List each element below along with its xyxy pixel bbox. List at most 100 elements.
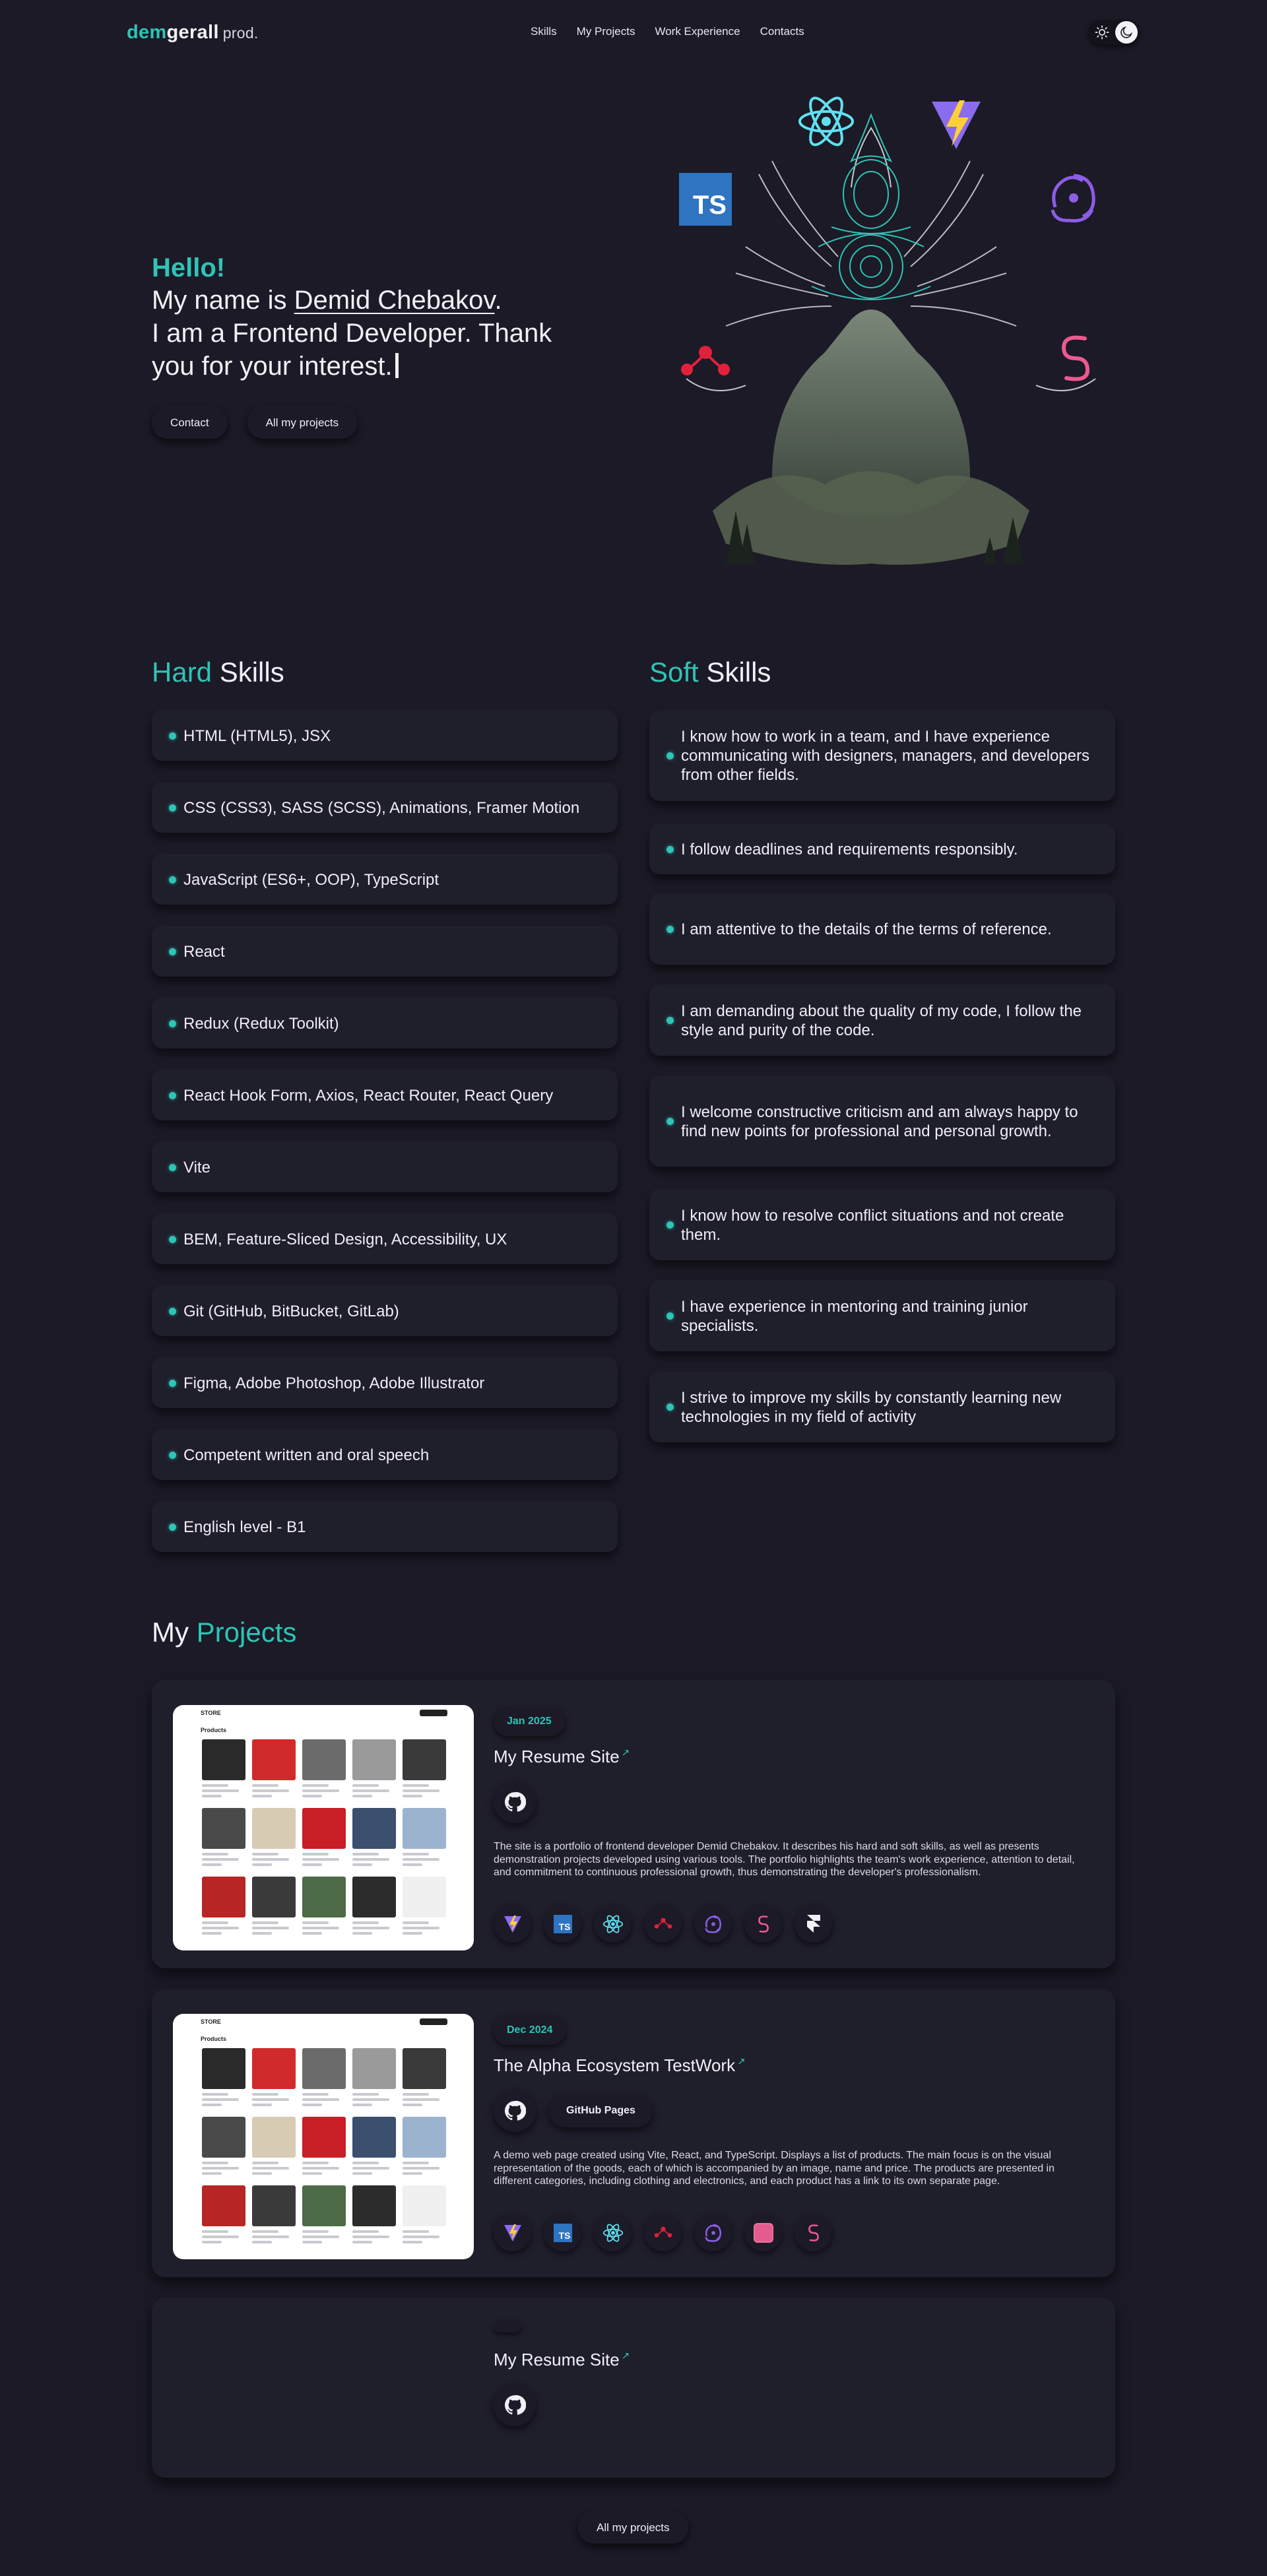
hard-skill-text: Figma, Adobe Photoshop, Adobe Illustrato… (183, 1374, 485, 1392)
soft-skill-card: I follow deadlines and requirements resp… (649, 824, 1115, 874)
bullet-dot (666, 1312, 674, 1320)
github-button[interactable] (494, 2090, 536, 2132)
bullet-dot (666, 1221, 674, 1229)
hard-skill-card: JavaScript (ES6+, OOP), TypeScript (152, 854, 618, 905)
soft-skill-text: I am attentive to the details of the ter… (681, 920, 1052, 938)
mock-product (302, 2185, 346, 2243)
bullet-dot (169, 876, 176, 884)
moon-icon (1121, 26, 1133, 38)
project-date-placeholder (494, 2321, 521, 2333)
hard-skill-card: React (152, 926, 618, 977)
bullet-dot (169, 1307, 176, 1315)
all-projects-button-bottom[interactable]: All my projects (578, 2512, 688, 2544)
mock-product (302, 1808, 346, 1866)
hard-skill-card: Competent written and oral speech (152, 1430, 618, 1480)
bullet-dot (169, 732, 176, 740)
typescript-icon: TS (679, 173, 732, 226)
soft-skill-card: I am attentive to the details of the ter… (649, 894, 1115, 965)
mock-product (252, 2185, 296, 2243)
hard-skill-text: Git (GitHub, BitBucket, GitLab) (183, 1302, 399, 1320)
bullet-dot (666, 926, 674, 933)
mock-product (403, 2117, 446, 2175)
hard-skill-text: HTML (HTML5), JSX (183, 726, 331, 745)
hard-skill-text: CSS (CSS3), SASS (SCSS), Animations, Fra… (183, 798, 580, 817)
redux-icon (1051, 174, 1095, 223)
project-card: STORE Products Dec 2024 The Alpha Ecosyst… (152, 1989, 1115, 2277)
contact-button[interactable]: Contact (152, 407, 228, 439)
soft-skill-card: I welcome constructive criticism and am … (649, 1076, 1115, 1167)
mock-product (302, 2048, 346, 2106)
mock-product (252, 1808, 296, 1866)
mock-product (403, 2048, 446, 2106)
project-date: Jan 2025 (494, 1707, 565, 1736)
mock-product (202, 2048, 245, 2106)
logo-part-1: dem (127, 22, 167, 43)
logo[interactable]: demgerall prod. (127, 22, 259, 44)
hard-skill-card: Figma, Adobe Photoshop, Adobe Illustrato… (152, 1358, 618, 1408)
typescript-icon: TS (544, 2214, 581, 2251)
project-screenshot[interactable]: STORE Products (173, 1705, 474, 1950)
soft-skill-text: I have experience in mentoring and train… (681, 1297, 1028, 1335)
project-card: My Resume Site ↗ (152, 2298, 1115, 2478)
nav-projects[interactable]: My Projects (577, 25, 635, 38)
github-pages-button[interactable]: GitHub Pages (549, 2094, 653, 2127)
nav-work-experience[interactable]: Work Experience (655, 25, 740, 38)
all-projects-button[interactable]: All my projects (247, 407, 358, 439)
bullet-dot (666, 1118, 674, 1125)
mock-store-header: STORE (173, 1705, 474, 1722)
mock-product (352, 2117, 396, 2175)
mock-products-title: Products (201, 2036, 227, 2042)
bullet-dot (169, 1451, 176, 1459)
project-links: GitHub Pages (494, 2090, 653, 2132)
mock-product (252, 1739, 296, 1797)
github-button[interactable] (494, 1781, 536, 1823)
soft-skill-card: I have experience in mentoring and train… (649, 1281, 1115, 1351)
framer-motion-icon (795, 1905, 832, 1943)
nav-contacts[interactable]: Contacts (760, 25, 804, 38)
project-title[interactable]: The Alpha Ecosystem TestWork ↗ (494, 2055, 746, 2076)
hard-skill-card: CSS (CSS3), SASS (SCSS), Animations, Fra… (152, 783, 618, 833)
github-button[interactable] (494, 2384, 536, 2426)
project-card: STORE Products Jan 2025 My Resume Site ↗ T… (152, 1681, 1115, 1968)
logo-part-3: prod. (222, 24, 259, 42)
soft-skill-text: I am demanding about the quality of my c… (681, 1002, 1082, 1039)
mock-product (252, 1877, 296, 1935)
mock-product (403, 1808, 446, 1866)
hero-line-2: I am a Frontend Developer. Thank (152, 319, 552, 348)
soft-skill-card: I know how to work in a team, and I have… (649, 711, 1115, 801)
redux-icon (694, 1905, 732, 1943)
mock-product (403, 1739, 446, 1797)
mock-products-title: Products (201, 1727, 227, 1733)
nav-skills[interactable]: Skills (531, 25, 557, 38)
bullet-dot (169, 1523, 176, 1531)
hard-skill-text: JavaScript (ES6+, OOP), TypeScript (183, 870, 439, 889)
soft-skill-text: I welcome constructive criticism and am … (681, 1103, 1078, 1140)
sun-icon (1095, 25, 1109, 40)
hero-name: Demid Chebakov (294, 286, 495, 315)
react-icon (798, 96, 854, 146)
react-router-icon (644, 2214, 682, 2251)
soft-skill-text: I strive to improve my skills by constan… (681, 1388, 1062, 1426)
react-hook-form-icon (1061, 335, 1090, 381)
hard-skill-card: BEM, Feature-Sliced Design, Accessibilit… (152, 1214, 618, 1264)
hard-skill-card: Vite (152, 1142, 618, 1192)
project-screenshot[interactable]: STORE Products (173, 2014, 474, 2259)
mock-product (202, 1877, 245, 1935)
project-title[interactable]: My Resume Site ↗ (494, 1747, 630, 1767)
theme-toggle[interactable] (1089, 20, 1139, 45)
hard-skill-text: Redux (Redux Toolkit) (183, 1014, 339, 1033)
logo-part-2: gerall (166, 22, 219, 43)
mock-product (403, 2185, 446, 2243)
vite-icon (494, 2214, 531, 2251)
project-title[interactable]: My Resume Site ↗ (494, 2350, 630, 2370)
mock-product (352, 1739, 396, 1797)
site-header: demgerall prod. Skills My Projects Work E… (0, 0, 1267, 65)
hard-skill-text: English level - B1 (183, 1518, 306, 1536)
hero-illustration (686, 113, 1096, 565)
react-hook-form-icon (744, 1905, 782, 1943)
external-link-icon: ↗ (621, 2350, 630, 2362)
project-tech-list: TS (494, 2214, 832, 2251)
mock-product (352, 1877, 396, 1935)
hero-hello: Hello! (152, 253, 226, 282)
hard-skill-card: React Hook Form, Axios, React Router, Re… (152, 1070, 618, 1120)
